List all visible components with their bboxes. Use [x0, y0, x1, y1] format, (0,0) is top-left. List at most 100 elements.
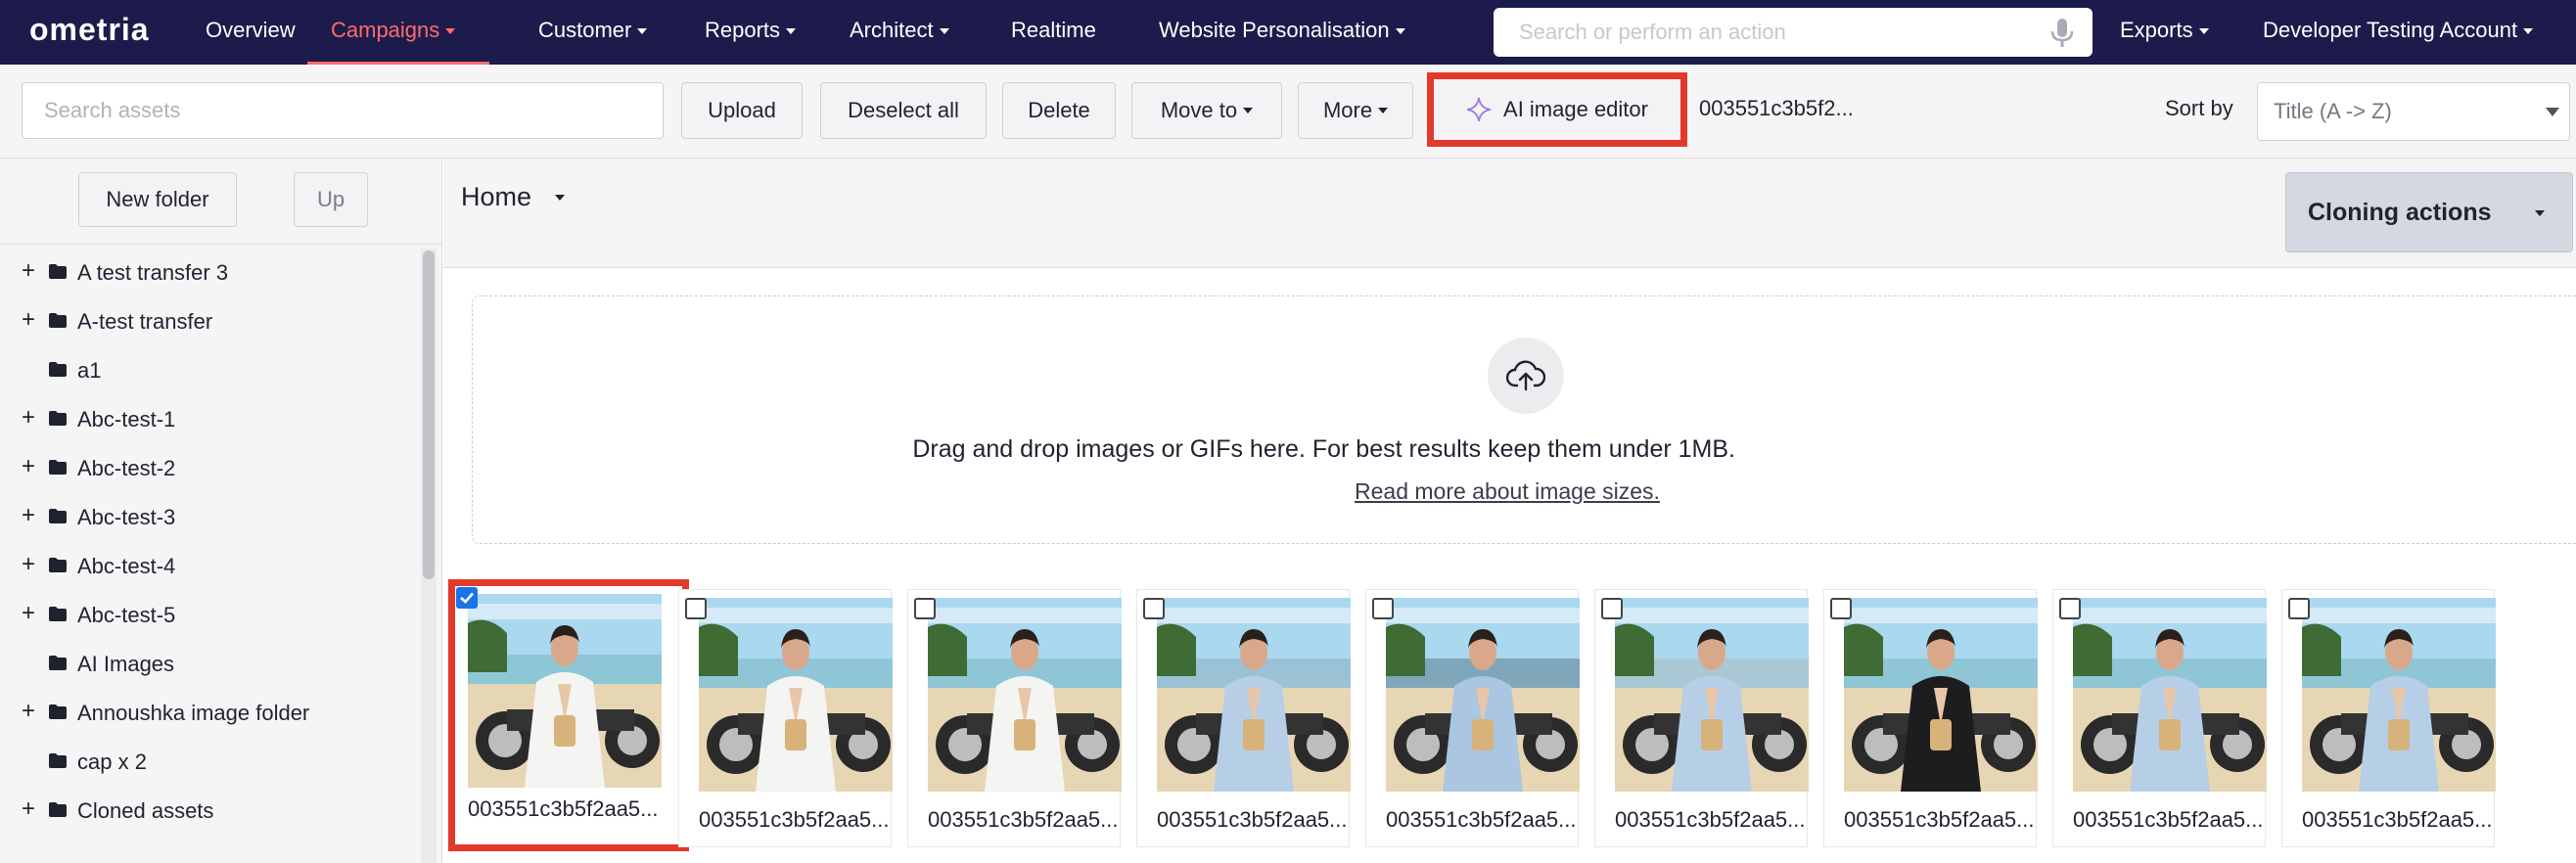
asset-card[interactable]: 003551c3b5f2aa5... — [448, 579, 689, 851]
sidebar-scrollbar[interactable] — [421, 249, 437, 863]
expand-plus-icon[interactable]: + — [22, 797, 35, 821]
delete-button[interactable]: Delete — [1002, 82, 1116, 139]
nav-overview-label: Overview — [206, 18, 296, 42]
folder-label: Cloned assets — [77, 798, 214, 823]
folder-item[interactable]: + Abc-test-1 — [0, 394, 419, 443]
folder-icon — [49, 558, 67, 572]
up-button[interactable]: Up — [294, 172, 368, 227]
asset-checkbox[interactable] — [456, 587, 478, 609]
expand-plus-icon[interactable]: + — [22, 308, 35, 332]
move-to-label: Move to — [1160, 98, 1238, 122]
nav-realtime[interactable]: Realtime — [1011, 0, 1096, 65]
sidebar-header: New folder Up — [0, 159, 442, 245]
nav-customer[interactable]: Customer — [538, 0, 648, 65]
asset-checkbox[interactable] — [1830, 598, 1852, 619]
folder-item[interactable]: cap x 2 — [0, 737, 419, 786]
expand-plus-icon[interactable]: + — [22, 504, 35, 527]
folder-label: Abc-test-4 — [77, 554, 176, 578]
folder-item[interactable]: + Annoushka image folder — [0, 688, 419, 737]
upload-dropzone[interactable]: Drag and drop images or GIFs here. For b… — [472, 295, 2576, 544]
asset-thumbnail[interactable] — [928, 598, 1122, 792]
asset-checkbox[interactable] — [685, 598, 707, 619]
chevron-down-icon — [637, 28, 648, 35]
ai-image-editor-button[interactable]: AI image editor — [1427, 72, 1687, 147]
asset-thumbnail[interactable] — [2073, 598, 2267, 792]
asset-search-input[interactable] — [22, 82, 664, 139]
asset-card[interactable]: 003551c3b5f2aa5... — [1136, 589, 1351, 847]
asset-card[interactable]: 003551c3b5f2aa5... — [907, 589, 1122, 847]
asset-thumbnail[interactable] — [468, 594, 662, 788]
nav-exports[interactable]: Exports — [2120, 0, 2209, 65]
more-label: More — [1322, 98, 1373, 122]
folder-item[interactable]: + Abc-test-4 — [0, 541, 419, 590]
asset-filename: 003551c3b5f2aa5... — [2073, 807, 2264, 832]
asset-thumbnail[interactable] — [1157, 598, 1351, 792]
expand-plus-icon[interactable]: + — [22, 406, 35, 430]
breadcrumb[interactable]: Home — [461, 182, 566, 212]
folder-item[interactable]: + Cloned assets — [0, 786, 419, 835]
nav-website-personalisation[interactable]: Website Personalisation — [1159, 0, 1405, 65]
asset-filename: 003551c3b5f2aa5... — [1157, 807, 1348, 832]
chevron-down-icon — [445, 28, 456, 35]
asset-checkbox[interactable] — [2059, 598, 2081, 619]
cloning-actions-button[interactable]: Cloning actions — [2285, 172, 2573, 252]
asset-thumbnail[interactable] — [1844, 598, 2038, 792]
folder-label: a1 — [77, 358, 102, 383]
cloud-upload-icon — [1488, 338, 1564, 414]
folder-item[interactable]: + A-test transfer — [0, 296, 419, 345]
asset-checkbox[interactable] — [1143, 598, 1165, 619]
folder-icon — [49, 411, 67, 426]
folder-item[interactable]: AI Images — [0, 639, 419, 688]
asset-card[interactable]: 003551c3b5f2aa5... — [1365, 589, 1580, 847]
account-menu[interactable]: Developer Testing Account — [2263, 0, 2534, 65]
folder-icon — [49, 607, 67, 621]
deselect-all-button[interactable]: Deselect all — [820, 82, 987, 139]
chevron-down-icon — [2198, 28, 2209, 35]
folder-item[interactable]: a1 — [0, 345, 419, 394]
expand-plus-icon[interactable]: + — [22, 700, 35, 723]
upload-button[interactable]: Upload — [681, 82, 803, 139]
asset-checkbox[interactable] — [2288, 598, 2310, 619]
new-folder-button[interactable]: New folder — [78, 172, 237, 227]
sort-select[interactable]: Title (A -> Z) — [2257, 82, 2570, 141]
asset-thumbnail[interactable] — [699, 598, 893, 792]
expand-plus-icon[interactable]: + — [22, 259, 35, 283]
expand-plus-icon[interactable]: + — [22, 602, 35, 625]
asset-card[interactable]: 003551c3b5f2aa5... — [678, 589, 893, 847]
asset-thumbnail[interactable] — [1615, 598, 1809, 792]
folder-item[interactable]: + Abc-test-3 — [0, 492, 419, 541]
asset-thumbnail[interactable] — [2302, 598, 2496, 792]
global-search-input[interactable] — [1519, 20, 2047, 45]
folder-label: Abc-test-2 — [77, 456, 176, 480]
image-sizes-link[interactable]: Read more about image sizes. — [1355, 478, 1660, 505]
nav-realtime-label: Realtime — [1011, 18, 1096, 42]
asset-card[interactable]: 003551c3b5f2aa5... — [2052, 589, 2267, 847]
more-button[interactable]: More — [1298, 82, 1413, 139]
nav-overview[interactable]: Overview — [206, 0, 296, 65]
asset-card[interactable]: 003551c3b5f2aa5... — [2281, 589, 2496, 847]
expand-plus-icon[interactable]: + — [22, 455, 35, 478]
folder-item[interactable]: + Abc-test-2 — [0, 443, 419, 492]
folder-item[interactable]: + Abc-test-5 — [0, 590, 419, 639]
asset-checkbox[interactable] — [1372, 598, 1394, 619]
microphone-icon[interactable] — [2049, 18, 2075, 49]
asset-card[interactable]: 003551c3b5f2aa5... — [1594, 589, 1809, 847]
asset-card[interactable]: 003551c3b5f2aa5... — [1823, 589, 2038, 847]
asset-thumbnail[interactable] — [1386, 598, 1580, 792]
folder-item[interactable]: + A test transfer 3 — [0, 248, 419, 296]
nav-campaigns[interactable]: Campaigns — [307, 0, 489, 65]
chevron-down-icon — [939, 28, 949, 35]
ometria-logo[interactable]: ometria — [29, 12, 150, 48]
nav-architect[interactable]: Architect — [850, 0, 949, 65]
nav-reports[interactable]: Reports — [705, 0, 797, 65]
asset-toolbar: Upload Deselect all Delete Move to More … — [0, 65, 2576, 159]
scrollbar-thumb[interactable] — [423, 250, 435, 579]
expand-plus-icon[interactable]: + — [22, 553, 35, 576]
move-to-button[interactable]: Move to — [1131, 82, 1282, 139]
folder-icon — [49, 509, 67, 523]
asset-filename: 003551c3b5f2aa5... — [1844, 807, 2035, 832]
folder-label: Abc-test-5 — [77, 603, 176, 627]
asset-checkbox[interactable] — [914, 598, 936, 619]
asset-checkbox[interactable] — [1601, 598, 1623, 619]
top-nav: ometria Overview Campaigns Customer Repo… — [0, 0, 2576, 65]
